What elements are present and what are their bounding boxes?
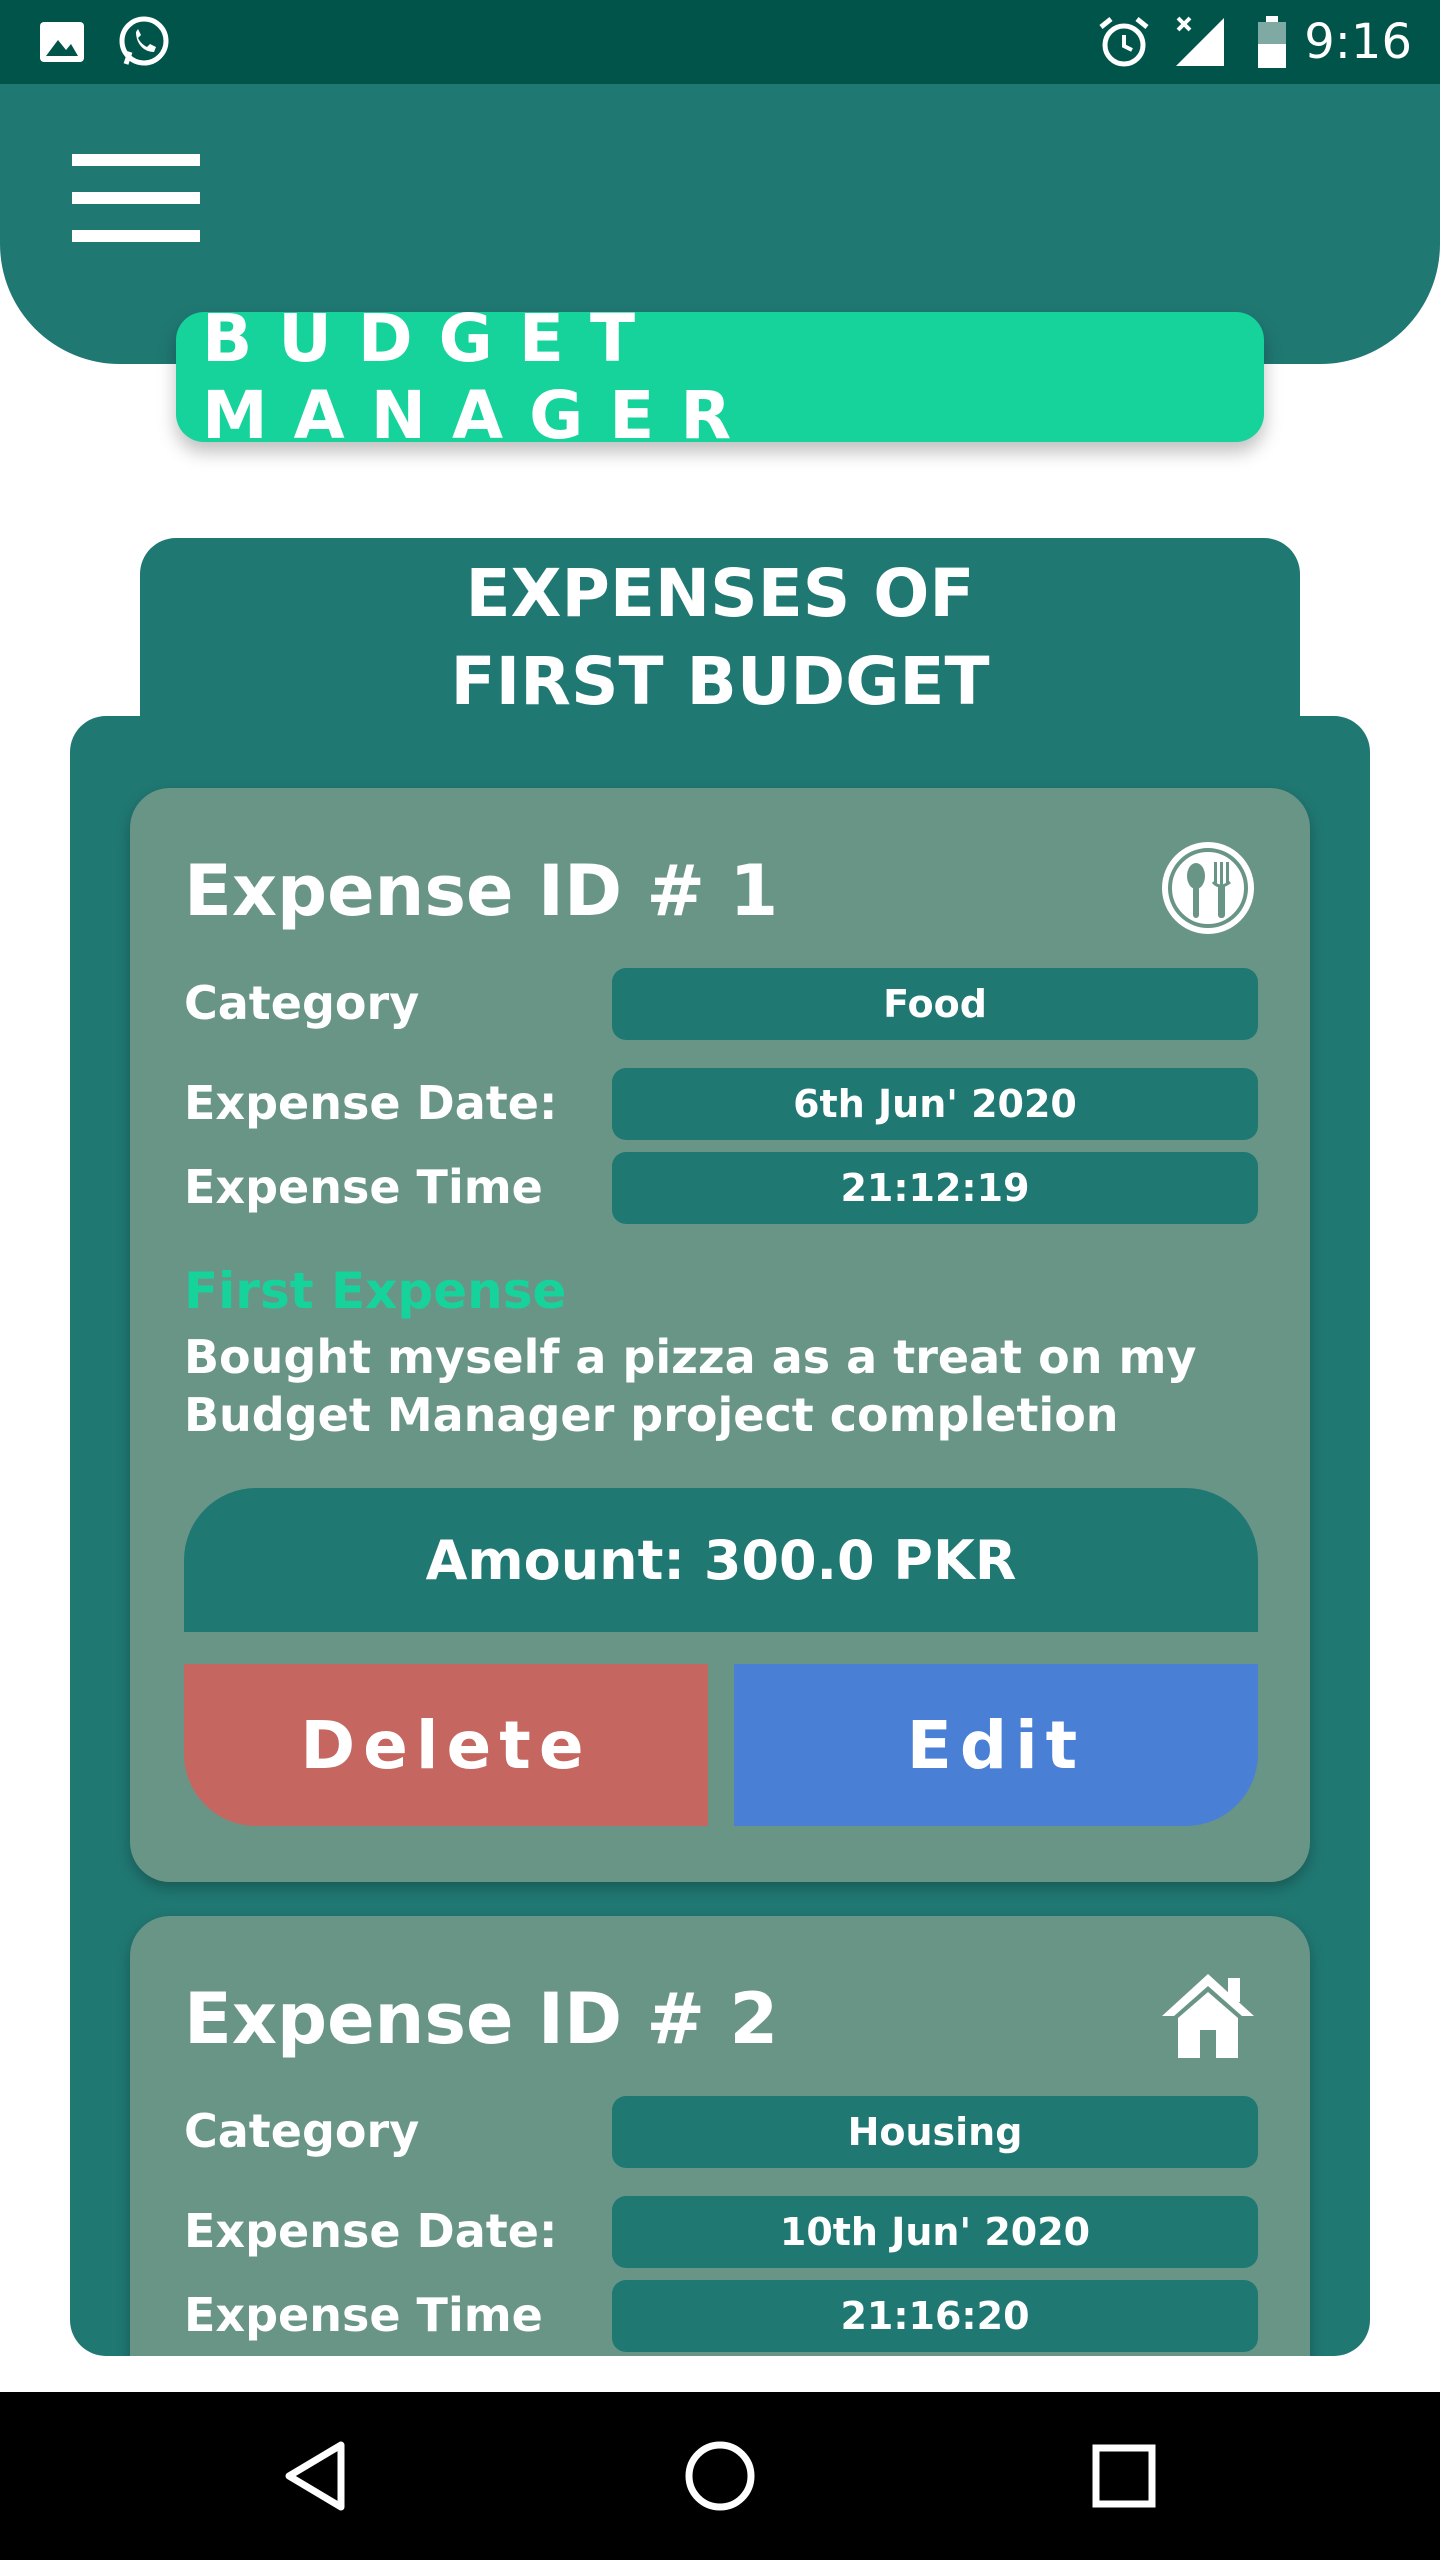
app-screen: 9:16 BUDGET MANAGER EXPENSES OF FIRST BU… [0, 0, 1440, 2560]
status-time: 9:16 [1304, 14, 1412, 70]
date-label: Expense Date: [184, 1076, 558, 1130]
time-value: 21:12:19 [612, 1152, 1258, 1224]
menu-icon[interactable] [72, 154, 200, 242]
expenses-list[interactable]: Expense ID # 1 Category Food Expense Dat… [70, 716, 1370, 2356]
edit-button[interactable]: Edit [734, 1664, 1258, 1826]
category-value: Food [612, 968, 1258, 1040]
back-icon[interactable] [266, 2426, 366, 2526]
battery-icon [1244, 14, 1300, 70]
app-title-badge: BUDGET MANAGER [176, 300, 1264, 454]
date-value: 10th Jun' 2020 [612, 2196, 1258, 2268]
alarm-icon [1096, 14, 1152, 70]
date-value: 6th Jun' 2020 [612, 1068, 1258, 1140]
expense-title: Expense ID # 1 [184, 850, 779, 932]
time-value: 21:16:20 [612, 2280, 1258, 2352]
status-bar: 9:16 [0, 0, 1440, 84]
category-label: Category [184, 2104, 420, 2158]
section-title-line-1: EXPENSES OF [465, 555, 975, 632]
section-header: EXPENSES OF FIRST BUDGET [140, 538, 1300, 738]
home-icon [1158, 1966, 1258, 2066]
section-title-line-2: FIRST BUDGET [450, 643, 990, 720]
date-label: Expense Date: [184, 2204, 558, 2258]
expense-amount: Amount: 300.0 PKR [184, 1488, 1258, 1632]
time-label: Expense Time [184, 2288, 543, 2342]
food-icon [1158, 838, 1258, 938]
expense-title: Expense ID # 2 [184, 1978, 779, 2060]
app-title: BUDGET MANAGER [202, 300, 758, 454]
whatsapp-icon [116, 14, 172, 70]
delete-button[interactable]: Delete [184, 1664, 708, 1826]
expense-note-body: Bought myself a pizza as a treat on my B… [184, 1330, 1197, 1442]
time-label: Expense Time [184, 1160, 543, 1214]
expense-note-title: First Expense [184, 1262, 567, 1320]
expense-card: Expense ID # 1 Category Food Expense Dat… [130, 788, 1310, 1882]
signal-icon [1172, 14, 1228, 70]
system-nav-bar [0, 2392, 1440, 2560]
home-circle-icon[interactable] [670, 2426, 770, 2526]
image-icon [34, 14, 90, 70]
expense-card: Expense ID # 2 Category Housing Expense … [130, 1916, 1310, 2356]
category-label: Category [184, 976, 420, 1030]
recents-icon[interactable] [1074, 2426, 1174, 2526]
category-value: Housing [612, 2096, 1258, 2168]
